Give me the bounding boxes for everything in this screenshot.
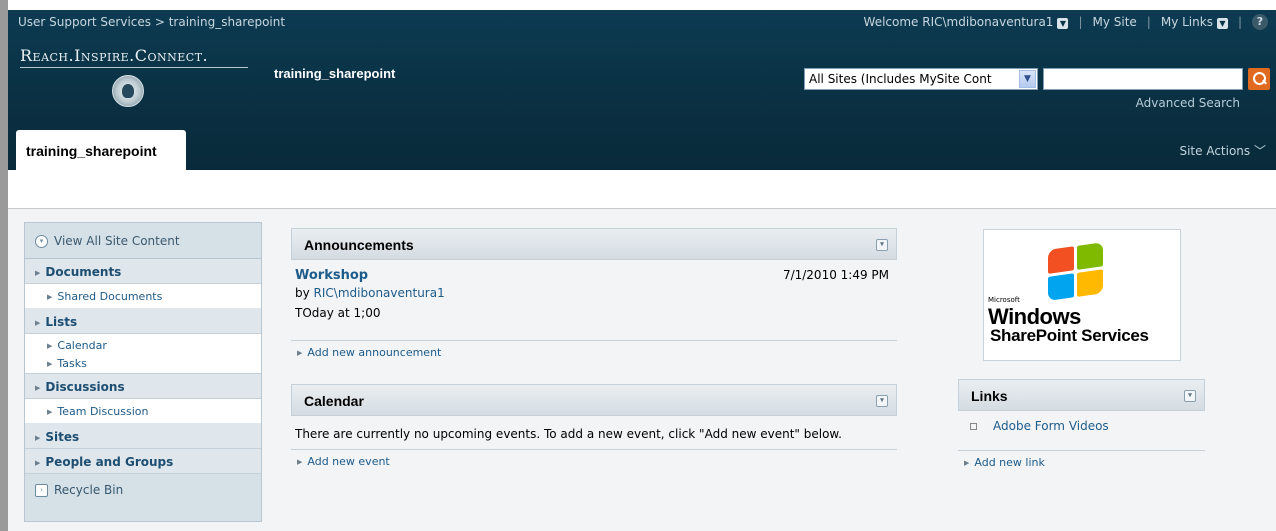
my-links-label: My Links [1160, 15, 1213, 29]
chevron-down-icon[interactable]: ▼ [1019, 70, 1036, 88]
my-links-menu[interactable]: My Links ▼ [1161, 15, 1228, 29]
welcome-label: Welcome RIC\mdibonaventura1 [863, 15, 1054, 29]
add-new-event-link[interactable]: ▶ Add new event [297, 454, 390, 468]
calendar-webpart: Calendar ▾ There are currently no upcomi… [291, 384, 897, 474]
triangle-right-icon: ▶ [47, 408, 53, 416]
ql-item-calendar[interactable]: ▶ Calendar [25, 334, 261, 354]
ql-section-sites[interactable]: ▶ Sites [25, 424, 261, 449]
ql-section-discussions[interactable]: ▶ Discussions [25, 374, 261, 399]
title-band [8, 170, 1276, 209]
search-scope-select[interactable]: All Sites (Includes MySite Cont ▼ [804, 68, 1038, 90]
ql-item-team-discussion[interactable]: ▶ Team Discussion [25, 399, 261, 424]
site-actions-label: Site Actions [1179, 144, 1251, 158]
add-new-link-link[interactable]: ▶ Add new link [964, 455, 1045, 469]
triangle-right-icon: ▶ [964, 458, 970, 467]
triangle-right-icon: ▶ [297, 457, 303, 466]
logo-product-text: SharePoint Services [990, 326, 1149, 345]
chevron-down-icon: ▼ [1057, 18, 1069, 29]
announcements-title-bar: Announcements ▾ [291, 228, 897, 260]
announcements-webpart: Announcements ▾ Workshop 7/1/2010 1:49 P… [291, 228, 897, 368]
bullet-icon [970, 423, 977, 430]
college-seal-icon [112, 75, 144, 107]
chevron-down-icon: ▼ [1216, 18, 1228, 29]
announcement-item-title[interactable]: Workshop [295, 268, 368, 283]
triangle-right-icon: ▶ [35, 318, 41, 327]
divider [958, 450, 1205, 451]
recycle-bin-link[interactable]: › Recycle Bin [25, 474, 261, 502]
site-header: User Support Services > training_sharepo… [8, 10, 1276, 171]
announcement-author-link[interactable]: RIC\mdibonaventura1 [314, 286, 445, 300]
webpart-menu-icon[interactable]: ▾ [876, 239, 888, 251]
links-webpart: Links ▾ [958, 379, 1205, 411]
view-all-site-content-link[interactable]: ▾ View All Site Content [25, 223, 261, 259]
view-all-label: View All Site Content [54, 234, 180, 248]
announcement-item-body: TOday at 1;00 [295, 306, 381, 320]
breadcrumb[interactable]: User Support Services > training_sharepo… [18, 15, 285, 29]
announcements-title[interactable]: Announcements [304, 237, 414, 253]
webpart-menu-icon[interactable]: ▾ [876, 395, 888, 407]
triangle-right-icon: ▶ [35, 458, 41, 467]
triangle-right-icon: ▶ [35, 383, 41, 392]
search-button[interactable] [1248, 68, 1270, 90]
view-all-icon: ▾ [35, 235, 48, 248]
search-scope-value: All Sites (Includes MySite Cont [809, 72, 992, 86]
calendar-title[interactable]: Calendar [304, 393, 364, 409]
recycle-bin-icon: › [35, 484, 48, 497]
ql-section-documents[interactable]: ▶ Documents [25, 259, 261, 284]
triangle-right-icon: ▶ [47, 360, 53, 368]
logo-divider [20, 67, 248, 68]
logo-microsoft-text: Microsoft [988, 296, 1020, 304]
divider: | [1146, 15, 1151, 29]
divider [291, 340, 897, 341]
site-title[interactable]: training_sharepoint [274, 66, 395, 81]
calendar-empty-message: There are currently no upcoming events. … [295, 427, 842, 441]
tab-training-sharepoint[interactable]: training_sharepoint [16, 130, 186, 171]
advanced-search-link[interactable]: Advanced Search [1136, 96, 1240, 110]
triangle-right-icon: ▶ [35, 268, 41, 277]
announcement-item-author-line: by RIC\mdibonaventura1 [295, 286, 445, 300]
triangle-right-icon: ▶ [297, 348, 303, 357]
webpart-menu-icon[interactable]: ▾ [1184, 390, 1196, 402]
welcome-menu[interactable]: Welcome RIC\mdibonaventura1 ▼ [864, 15, 1069, 29]
search-input[interactable] [1043, 68, 1243, 90]
site-actions-menu[interactable]: Site Actions ﹀ [1179, 142, 1266, 159]
sharepoint-logo-image: Microsoft Windows SharePoint Services [983, 229, 1181, 361]
links-title[interactable]: Links [971, 388, 1008, 404]
triangle-right-icon: ▶ [47, 293, 53, 301]
windows-flag-icon [1048, 242, 1104, 302]
divider: | [1078, 15, 1083, 29]
calendar-title-bar: Calendar ▾ [291, 384, 897, 416]
divider: | [1237, 15, 1242, 29]
quick-launch: ▾ View All Site Content ▶ Documents ▶ Share… [24, 222, 262, 522]
brand-logo-text: Reach.Inspire.Connect. [20, 46, 209, 65]
divider [291, 449, 897, 450]
triangle-right-icon: ▶ [47, 342, 53, 350]
triangle-right-icon: ▶ [35, 433, 41, 442]
ql-item-tasks[interactable]: ▶ Tasks [25, 354, 261, 374]
links-title-bar: Links ▾ [958, 379, 1205, 411]
ql-section-people-and-groups[interactable]: ▶ People and Groups [25, 449, 261, 474]
ql-section-lists[interactable]: ▶ Lists [25, 309, 261, 334]
help-icon[interactable]: ? [1252, 14, 1268, 30]
my-site-link[interactable]: My Site [1092, 15, 1136, 29]
announcement-item-date: 7/1/2010 1:49 PM [782, 268, 889, 282]
chevron-down-icon: ﹀ [1253, 144, 1266, 158]
global-links-bar: User Support Services > training_sharepo… [8, 10, 1276, 36]
links-list-item[interactable]: Adobe Form Videos [970, 419, 1109, 433]
add-new-announcement-link[interactable]: ▶ Add new announcement [297, 345, 441, 359]
user-links: Welcome RIC\mdibonaventura1 ▼ | My Site |… [864, 14, 1268, 30]
ql-item-shared-documents[interactable]: ▶ Shared Documents [25, 284, 261, 309]
